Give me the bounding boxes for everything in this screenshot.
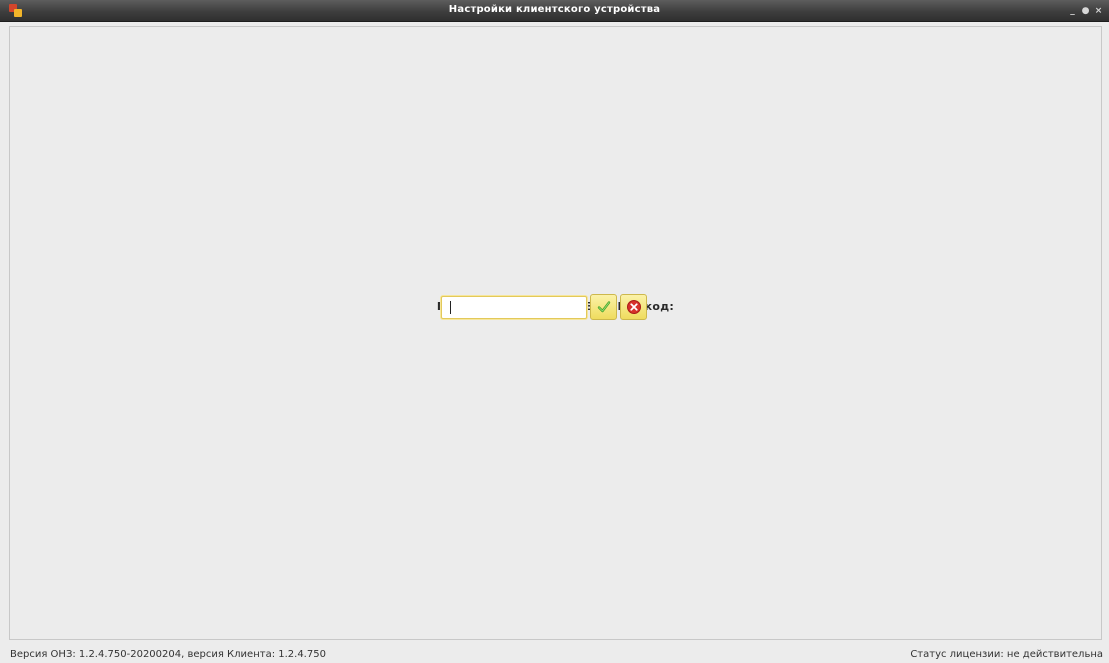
checkmark-icon	[597, 301, 610, 313]
pin-entry-row	[441, 294, 647, 320]
close-icon[interactable]: ×	[1094, 6, 1103, 16]
cancel-icon	[626, 300, 641, 314]
title-bar[interactable]: Настройки клиентского устройства _ ● ×	[0, 0, 1109, 22]
license-status: Статус лицензии: не действительна	[910, 649, 1103, 660]
content-panel: Пожалуйста, введите Ваш PIN-код:	[9, 26, 1102, 640]
maximize-icon[interactable]: ●	[1081, 6, 1090, 16]
main-window: Настройки клиентского устройства _ ● × П…	[0, 0, 1109, 663]
pin-input-wrapper	[441, 295, 587, 319]
window-controls: _ ● ×	[1068, 4, 1103, 18]
window-title: Настройки клиентского устройства	[448, 4, 661, 15]
minimize-icon[interactable]: _	[1068, 6, 1077, 16]
pin-input[interactable]	[441, 295, 587, 319]
cancel-button[interactable]	[620, 294, 647, 320]
text-cursor	[450, 300, 451, 314]
version-info: Версия ОНЗ: 1.2.4.750-20200204, версия К…	[10, 649, 326, 660]
confirm-button[interactable]	[590, 294, 617, 320]
